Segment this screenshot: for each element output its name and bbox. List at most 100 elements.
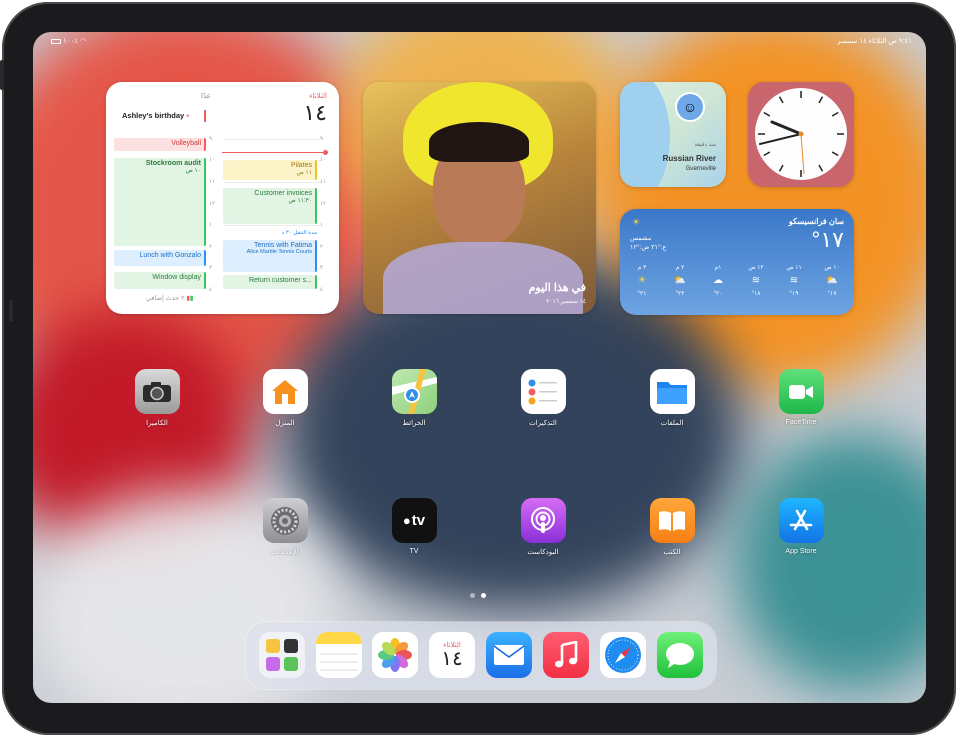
app-tv[interactable]: ● tv TV: [379, 498, 449, 555]
photo-hair: [429, 122, 529, 162]
tv-glyph: tv: [411, 512, 426, 529]
hour-line: [224, 139, 322, 140]
books-icon: [649, 498, 695, 543]
dock-messages[interactable]: [657, 632, 703, 678]
dock-notes[interactable]: [316, 632, 362, 678]
forecast-time: ٢ م: [675, 265, 685, 271]
battery-percent: ١٠٠٪: [62, 38, 78, 45]
forecast-temp: °١٧: [827, 291, 837, 297]
event-title: Window display: [152, 274, 201, 281]
hour-line: [224, 225, 322, 226]
podcasts-icon: [520, 498, 566, 543]
app-books[interactable]: الكتب: [637, 498, 707, 556]
photo-title: في هذا اليوم: [528, 282, 586, 294]
app-label: البودكاست: [527, 549, 559, 556]
page-indicator[interactable]: [470, 593, 486, 598]
dock-calendar[interactable]: الثلاثاء ١٤: [429, 632, 475, 678]
wallpaper-shape: [733, 432, 926, 692]
photos-widget[interactable]: في هذا اليوم ١٤ سبتمبر ٢٠١٦: [363, 82, 596, 314]
app-folder-icon: [266, 639, 298, 671]
find-my-minutes: منذ دقيقة: [694, 142, 717, 148]
mail-icon: [493, 645, 525, 665]
hour-label: ٢: [209, 244, 212, 250]
status-battery: ١٠٠٪ ◠: [51, 37, 86, 45]
photo-subtitle: ١٤ سبتمبر ٢٠١٦: [546, 299, 586, 305]
hour-label: ٣: [320, 265, 323, 271]
forecast-temp: °١٨: [751, 291, 761, 297]
event-time: ١١:٣٠ ص: [288, 198, 312, 204]
dock-mail[interactable]: [486, 632, 532, 678]
event-title: Return customer s...: [248, 277, 312, 284]
dock-safari[interactable]: [600, 632, 646, 678]
gift-icon: ▪: [186, 111, 189, 120]
hour-label: ٤: [209, 287, 212, 293]
weather-temp: °١٧: [811, 227, 844, 252]
calendar-icon-date: ١٤: [441, 648, 463, 670]
messages-icon: [666, 643, 694, 668]
app-files[interactable]: الملفات: [637, 369, 707, 427]
app-reminders[interactable]: التذكيرات: [508, 369, 578, 427]
find-my-widget[interactable]: ☺ منذ دقيقة Russian River Guerneville: [620, 82, 726, 187]
today-day-label: الثلاثاء: [309, 93, 327, 100]
wifi-icon: ◠: [79, 38, 87, 45]
app-camera[interactable]: الكاميرا: [122, 369, 192, 427]
app-settings[interactable]: الإعدادات: [250, 498, 320, 556]
hour-label: ١١: [209, 179, 215, 185]
hour-line: [224, 182, 322, 183]
event-volleyball[interactable]: Volleyball: [114, 138, 206, 151]
hour-forecast: ١م ☁ °٢٠: [702, 264, 734, 297]
hour-label: ٢: [320, 244, 323, 250]
calendar-widget[interactable]: الثلاثاء ١٤ غدًا Ashley's birthday ▪ Vol…: [106, 82, 339, 314]
maps-icon: [391, 369, 437, 414]
app-label: المنزل: [275, 420, 295, 427]
current-time-dot: [323, 150, 328, 155]
forecast-temp: °٢١: [637, 291, 647, 297]
clock-widget[interactable]: [748, 82, 854, 187]
apple-logo-icon: ●: [402, 513, 411, 528]
dock-music[interactable]: [543, 632, 589, 678]
volume-button[interactable]: [9, 300, 13, 322]
app-app-store[interactable]: App Store: [766, 498, 836, 555]
weather-city: سان فرانسيسكو: [788, 217, 844, 226]
today-date: ١٤: [303, 100, 327, 125]
app-maps[interactable]: الخرائط: [379, 369, 449, 427]
home-icon: [262, 369, 308, 414]
side-button[interactable]: [0, 60, 4, 90]
app-facetime[interactable]: FaceTime: [766, 369, 836, 426]
hour-forecast: ١١ ص ≋ °١٩: [778, 264, 810, 297]
all-day-event-title: Ashley's birthday: [122, 111, 185, 120]
hour-label: ١٠: [320, 157, 326, 163]
more-events-label: ٢ حدث إضافي: [146, 295, 185, 302]
event-pilates[interactable]: Pilates ١١ ص: [223, 160, 317, 180]
event-tennis-fatima[interactable]: Tennis with Fatima Alice Marble Tennis C…: [223, 240, 317, 272]
page-dot-active[interactable]: [481, 593, 486, 598]
event-time: ١٠ ص: [185, 168, 201, 174]
event-customer-invoices[interactable]: Customer invoices ١١:٣٠ ص: [223, 188, 317, 224]
event-title: Lunch with Gonzalo: [139, 252, 201, 259]
dock-app-library-folder[interactable]: [259, 632, 305, 678]
avatar: ☺: [675, 92, 705, 122]
camera-icon: [134, 369, 180, 414]
event-return-customer[interactable]: Return customer s...: [223, 275, 317, 289]
app-label: الكاميرا: [146, 420, 168, 427]
find-my-place: Russian River: [662, 154, 716, 163]
hour-forecast: ٢ م ⛅ °٢٢: [664, 264, 696, 297]
weather-widget[interactable]: سان فرانسيسكو °١٧ ☀ مشمس ع:°٢١ ص:°١٢ ١٠ …: [620, 209, 854, 315]
app-podcasts[interactable]: البودكاست: [508, 498, 578, 556]
dock-photos[interactable]: [372, 632, 418, 678]
home-screen: ١٠٠٪ ◠ ٩:٤١ ص الثلاثاء ١٤ سبتمبر الثلاثا…: [33, 32, 926, 703]
wind-icon: ≋: [751, 275, 761, 286]
app-home[interactable]: المنزل: [250, 369, 320, 427]
all-day-bar: [204, 110, 206, 122]
event-stockroom-audit[interactable]: Stockroom audit ١٠ ص: [114, 158, 206, 246]
page-dot[interactable]: [470, 593, 475, 598]
wind-icon: ≋: [789, 275, 799, 286]
photos-icon: [378, 638, 412, 672]
event-title: Pilates: [290, 162, 312, 169]
event-lunch-gonzalo[interactable]: Lunch with Gonzalo: [114, 250, 206, 266]
event-window-display[interactable]: Window display: [114, 272, 206, 289]
app-label: FaceTime: [785, 419, 817, 426]
event-location: Alice Marble Tennis Courts: [246, 249, 312, 255]
status-time-date: ٩:٤١ ص الثلاثاء ١٤ سبتمبر: [837, 38, 912, 45]
event-title: Tennis with Fatima: [254, 242, 312, 249]
